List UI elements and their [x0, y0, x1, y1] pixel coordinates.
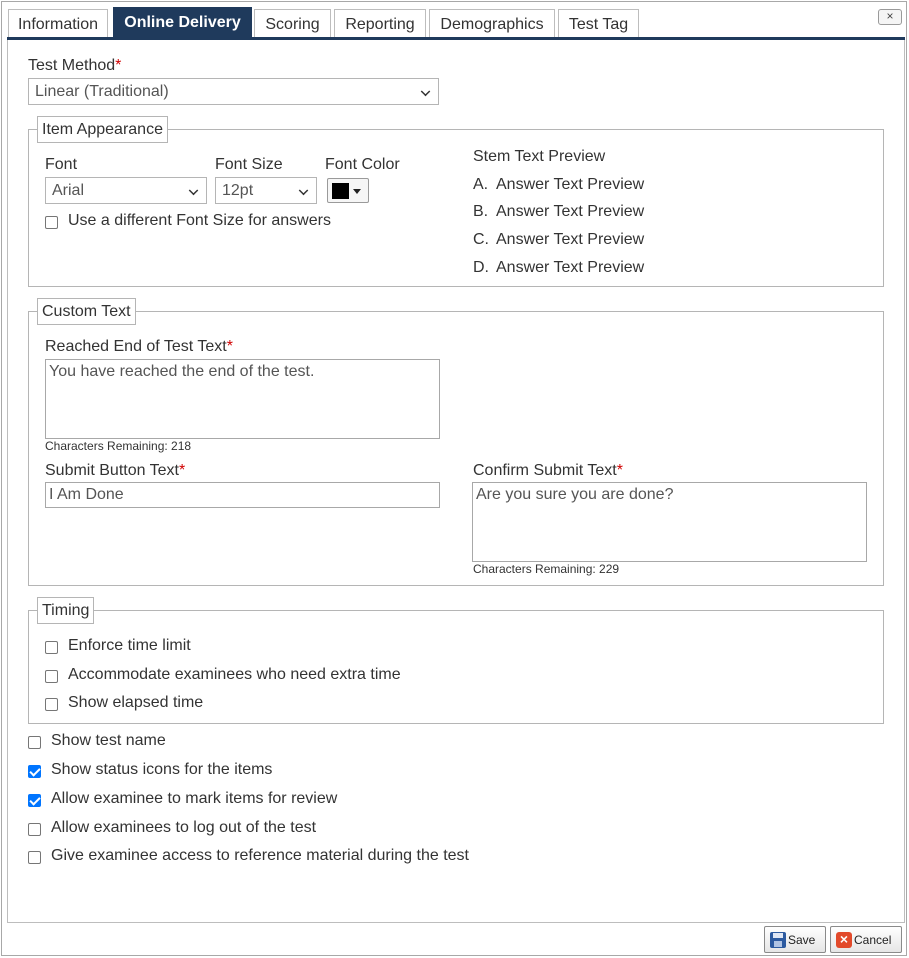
color-swatch: [332, 183, 349, 199]
test-method-label: Test Method*: [28, 57, 122, 74]
show-test-name-label: Show test name: [51, 732, 166, 749]
test-method-select[interactable]: Linear (Traditional): [28, 78, 439, 105]
font-color-label: Font Color: [325, 156, 400, 173]
end-of-test-chars-remaining: Characters Remaining: 218: [45, 439, 192, 453]
show-elapsed-time-label: Show elapsed time: [68, 694, 204, 711]
save-button[interactable]: Save: [764, 926, 826, 953]
caret-down-icon: [353, 189, 361, 194]
tab-scoring[interactable]: Scoring: [254, 9, 331, 40]
tab-demographics[interactable]: Demographics: [429, 9, 555, 40]
tab-content: Test Method* Linear (Traditional) Item A…: [7, 40, 905, 923]
show-status-icons-label: Show status icons for the items: [51, 761, 273, 778]
answer-preview: A. Answer Text Preview: [473, 176, 645, 193]
enforce-time-limit-label: Enforce time limit: [68, 637, 191, 654]
test-settings-dialog: Information Online Delivery Scoring Repo…: [1, 1, 907, 956]
close-icon: ×: [886, 9, 894, 23]
tab-reporting[interactable]: Reporting: [334, 9, 426, 40]
submit-button-text-label: Submit Button Text*: [45, 462, 186, 479]
reference-material-label: Give examinee access to reference materi…: [51, 847, 469, 864]
tab-online-delivery[interactable]: Online Delivery: [113, 7, 252, 40]
mark-for-review-label: Allow examinee to mark items for review: [51, 790, 338, 807]
submit-button-text-input[interactable]: I Am Done: [45, 482, 440, 508]
end-of-test-label: Reached End of Test Text*: [45, 338, 233, 355]
tab-test-tag[interactable]: Test Tag: [558, 9, 639, 40]
item-appearance-legend: Item Appearance: [37, 116, 168, 143]
reference-material-checkbox[interactable]: [28, 851, 41, 864]
tab-information[interactable]: Information: [8, 9, 108, 40]
extra-time-label: Accommodate examinees who need extra tim…: [68, 666, 401, 683]
enforce-time-limit-checkbox[interactable]: [45, 641, 58, 654]
show-test-name-checkbox[interactable]: [28, 736, 41, 749]
confirm-submit-text-label: Confirm Submit Text*: [473, 462, 623, 479]
different-font-size-label: Use a different Font Size for answers: [68, 212, 331, 229]
answer-preview: C. Answer Text Preview: [473, 231, 645, 248]
font-select[interactable]: Arial: [45, 177, 207, 204]
timing-legend: Timing: [37, 597, 95, 624]
show-elapsed-time-checkbox[interactable]: [45, 698, 58, 711]
font-label: Font: [45, 156, 78, 173]
font-color-picker[interactable]: [327, 178, 369, 203]
cancel-button[interactable]: × Cancel: [830, 926, 902, 953]
confirm-submit-textarea[interactable]: Are you sure you are done?: [472, 482, 867, 562]
answer-preview: D. Answer Text Preview: [473, 259, 645, 276]
custom-text-legend: Custom Text: [37, 298, 136, 325]
different-font-size-checkbox[interactable]: [45, 216, 58, 229]
end-of-test-textarea[interactable]: You have reached the end of the test.: [45, 359, 440, 439]
chevron-down-icon: [188, 185, 199, 196]
show-status-icons-checkbox[interactable]: [28, 765, 41, 778]
log-out-checkbox[interactable]: [28, 823, 41, 836]
confirm-submit-chars-remaining: Characters Remaining: 229: [473, 562, 620, 576]
item-appearance-fieldset: [28, 129, 884, 287]
answer-preview: B. Answer Text Preview: [473, 203, 645, 220]
font-size-label: Font Size: [215, 156, 283, 173]
cancel-x-icon: ×: [836, 931, 852, 948]
mark-for-review-checkbox[interactable]: [28, 794, 41, 807]
close-button[interactable]: ×: [878, 9, 902, 25]
chevron-down-icon: [298, 185, 309, 196]
extra-time-checkbox[interactable]: [45, 670, 58, 683]
log-out-label: Allow examinees to log out of the test: [51, 819, 317, 836]
floppy-disk-icon: [770, 932, 786, 948]
stem-text-preview: Stem Text Preview: [473, 148, 606, 165]
font-size-select[interactable]: 12pt: [215, 177, 317, 204]
chevron-down-icon: [420, 86, 431, 97]
